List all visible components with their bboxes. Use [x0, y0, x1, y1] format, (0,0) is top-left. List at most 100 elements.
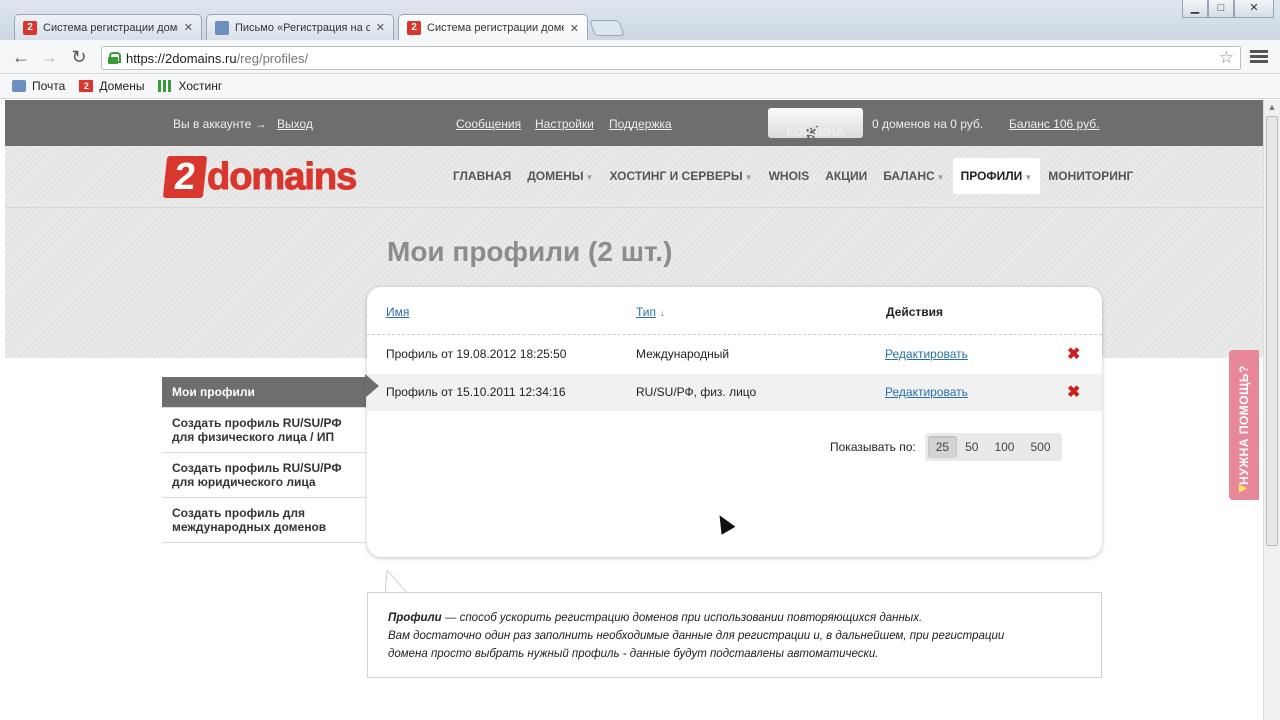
per-page-500[interactable]: 500: [1022, 436, 1058, 458]
nav-profiles[interactable]: ПРОФИЛИ ▼: [952, 158, 1041, 194]
per-page-selector: Показывать по: 25 50 100 500: [830, 433, 1062, 461]
nav-monitoring[interactable]: МОНИТОРИНГ: [1040, 158, 1141, 194]
support-link[interactable]: Поддержка: [609, 117, 672, 131]
cart-summary: 0 доменов на 0 руб.: [872, 117, 984, 131]
scroll-up-icon[interactable]: ▲: [1266, 102, 1278, 114]
column-header-actions: Действия: [886, 305, 944, 319]
browser-tabstrip: 2 Система регистрации доме ✕ Письмо «Рег…: [0, 0, 1280, 41]
two-icon: 2: [23, 20, 37, 35]
edit-link[interactable]: Редактировать: [885, 347, 968, 361]
cart-label: КОРЗИНА: [786, 125, 845, 139]
browser-tab-3[interactable]: 2 Система регистрации доме ✕: [398, 14, 588, 41]
bookmark-label: Домены: [99, 79, 145, 93]
logo-text: domains: [206, 155, 357, 198]
main-nav: ГЛАВНАЯ ДОМЕНЫ ▼ ХОСТИНГ И СЕРВЕРЫ ▼ WHOIS…: [445, 158, 1141, 194]
site-logo[interactable]: 2 domains: [162, 155, 358, 198]
caret-down-icon: ▼: [744, 173, 753, 182]
maximize-button[interactable]: □: [1208, 0, 1234, 18]
info-term: Профили: [388, 612, 442, 624]
tab-title: Система регистрации доме: [427, 22, 564, 34]
hosting-icon: [158, 80, 173, 92]
table-row: Профиль от 15.10.2011 12:34:16 RU/SU/РФ,…: [365, 374, 1102, 411]
info-line-1: Профили — способ ускорить регистрацию до…: [388, 612, 923, 624]
close-icon[interactable]: ✕: [570, 22, 579, 35]
tab-title: Письмо «Регистрация на с: [235, 21, 370, 34]
caret-down-icon: ▼: [1024, 173, 1033, 182]
minimize-button[interactable]: ▁: [1182, 0, 1208, 18]
sidebar-item-create-international[interactable]: Создать профиль для международных домено…: [162, 498, 366, 543]
cart-button[interactable]: 🛒︎ КОРЗИНА: [768, 108, 863, 139]
nav-promo[interactable]: АКЦИИ: [817, 158, 875, 194]
delete-icon[interactable]: ✖: [1067, 344, 1080, 364]
info-line-2: Вам достаточно один раз заполнить необхо…: [388, 630, 1005, 642]
menu-icon[interactable]: [1250, 50, 1268, 64]
forward-arrow-icon[interactable]: →: [38, 46, 60, 68]
sort-down-icon: ↓: [660, 308, 665, 318]
bookmark-label: Почта: [32, 79, 66, 93]
bookmark-domains[interactable]: 2 Домены: [79, 79, 144, 93]
delete-icon[interactable]: ✖: [1067, 382, 1080, 402]
url-path: /reg/profiles/: [236, 50, 309, 66]
star-icon[interactable]: ☆: [1219, 48, 1234, 68]
new-tab-button[interactable]: [589, 20, 625, 36]
column-header-name[interactable]: Имя: [386, 305, 409, 319]
account-bar: Вы в аккаунте → Выход Сообщения Настройк…: [5, 100, 1263, 146]
per-page-label: Показывать по:: [830, 440, 916, 454]
address-bar[interactable]: https://2domains.ru/reg/profiles/ ☆: [101, 46, 1241, 70]
page-scrollbar[interactable]: ▲: [1263, 100, 1280, 720]
bookmark-mail[interactable]: Почта: [12, 79, 65, 93]
browser-tab-1[interactable]: 2 Система регистрации доме ✕: [14, 14, 202, 40]
per-page-options: 25 50 100 500: [924, 433, 1062, 461]
edit-link[interactable]: Редактировать: [885, 385, 968, 399]
scroll-thumb[interactable]: [1266, 116, 1278, 546]
nav-hosting[interactable]: ХОСТИНГ И СЕРВЕРЫ ▼: [601, 158, 760, 194]
nav-home[interactable]: ГЛАВНАЯ: [445, 158, 519, 194]
nav-domains[interactable]: ДОМЕНЫ ▼: [519, 158, 601, 194]
caret-down-icon: ▼: [936, 173, 945, 182]
reload-icon[interactable]: ↻: [68, 46, 90, 68]
info-line-3: домена просто выбрать нужный профиль - д…: [388, 648, 879, 660]
sidebar-item-my-profiles[interactable]: Мои профили: [162, 377, 366, 408]
back-arrow-icon[interactable]: ←: [10, 46, 32, 68]
two-icon: 2: [79, 80, 94, 92]
logout-link[interactable]: Выход: [277, 117, 313, 131]
per-page-50[interactable]: 50: [957, 436, 986, 458]
profiles-panel: Имя Тип ↓ Действия Профиль от 19.08.2012 …: [365, 287, 1102, 557]
site-header: 2 domains ГЛАВНАЯ ДОМЕНЫ ▼ ХОСТИНГ И СЕРВ…: [5, 146, 1263, 208]
per-page-100[interactable]: 100: [986, 436, 1022, 458]
messages-link[interactable]: Сообщения: [456, 117, 521, 131]
bookmark-label: Хостинг: [178, 79, 223, 93]
browser-tab-2[interactable]: Письмо «Регистрация на с ✕: [206, 14, 394, 40]
info-callout-tail: [385, 570, 408, 594]
sidebar-item-create-legal[interactable]: Создать профиль RU/SU/РФ для юридическог…: [162, 453, 366, 498]
help-tab[interactable]: НУЖНА ПОМОЩЬ? ▶: [1229, 350, 1259, 500]
mail-icon: [12, 80, 26, 92]
nav-whois[interactable]: WHOIS: [761, 158, 818, 194]
close-icon[interactable]: ✕: [184, 21, 193, 34]
close-icon[interactable]: ✕: [376, 21, 385, 34]
table-row: Профиль от 19.08.2012 18:25:50 Междунаро…: [367, 336, 1102, 373]
sidebar-item-create-individual[interactable]: Создать профиль RU/SU/РФ для физического…: [162, 408, 366, 453]
arrow-right-icon: ▶: [1239, 483, 1247, 494]
caret-down-icon: ▼: [585, 173, 594, 182]
row-pointer-icon: [365, 374, 379, 398]
browser-toolbar: ← → ↻ https://2domains.ru/reg/profiles/ …: [0, 40, 1280, 74]
lock-icon: [108, 52, 121, 64]
profile-name: Профиль от 15.10.2011 12:34:16: [386, 385, 566, 399]
mail-icon: [215, 20, 229, 35]
balance-link[interactable]: Баланс 106 руб.: [1009, 117, 1099, 131]
bookmark-hosting[interactable]: Хостинг: [158, 79, 222, 93]
nav-balance[interactable]: БАЛАНС ▼: [875, 158, 952, 194]
url-host: https://2domains.ru: [126, 50, 237, 66]
logo-digit: 2: [162, 156, 208, 198]
account-text: Вы в аккаунте →: [173, 117, 267, 131]
per-page-25[interactable]: 25: [927, 436, 958, 458]
profile-type: RU/SU/РФ, физ. лицо: [636, 385, 757, 399]
bookmarks-bar: Почта 2 Домены Хостинг: [0, 74, 1280, 99]
help-tab-label: НУЖНА ПОМОЩЬ?: [1237, 365, 1251, 485]
close-window-button[interactable]: ✕: [1234, 0, 1274, 18]
column-header-type[interactable]: Тип ↓: [636, 305, 665, 319]
page-viewport: Вы в аккаунте → Выход Сообщения Настройк…: [5, 100, 1263, 720]
settings-link[interactable]: Настройки: [535, 117, 594, 131]
profile-type: Международный: [636, 347, 730, 361]
